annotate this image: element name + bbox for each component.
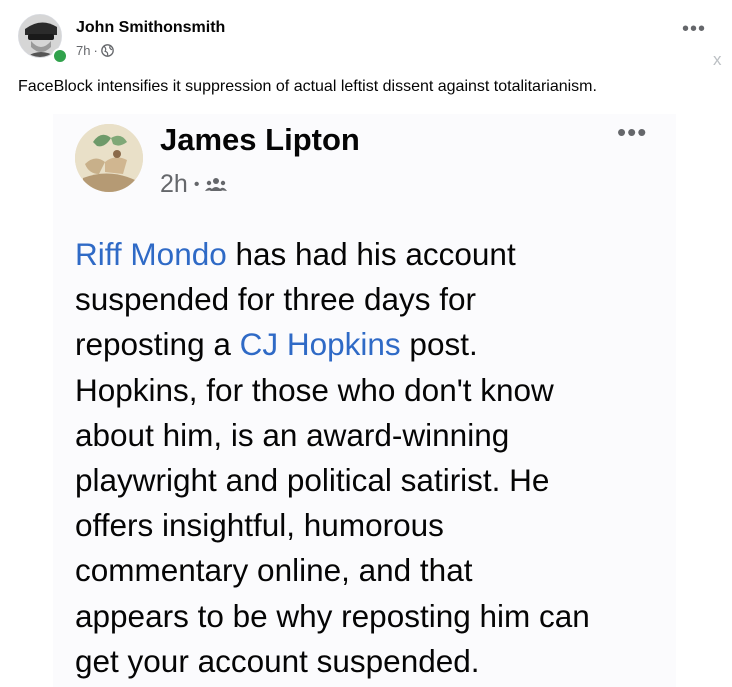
post-meta: 7h · bbox=[76, 43, 114, 58]
embedded-post-time: 2h bbox=[160, 170, 188, 198]
more-options-icon[interactable]: ••• bbox=[682, 19, 706, 39]
globe-icon[interactable] bbox=[100, 44, 114, 57]
body-text: post. bbox=[400, 326, 478, 363]
body-line: playwright and political satirist. He bbox=[75, 462, 550, 499]
meta-separator: • bbox=[193, 175, 200, 193]
body-line: reposting a CJ Hopkins post. bbox=[75, 322, 675, 367]
body-line: about him, is an award-winning bbox=[75, 416, 510, 453]
outer-post-header: John Smithonsmith 7h · ••• x FaceBlock i… bbox=[0, 0, 732, 95]
body-line: suspended for three days for bbox=[75, 281, 476, 318]
embedded-more-icon: ••• bbox=[617, 117, 648, 147]
artwork-avatar-image bbox=[75, 124, 143, 192]
body-line: commentary online, and that bbox=[75, 552, 473, 589]
shared-screenshot: James Lipton 2h • ••• Riff Mondo has had… bbox=[53, 114, 676, 687]
post-time[interactable]: 7h bbox=[76, 43, 90, 58]
post-caption: FaceBlock intensifies it suppression of … bbox=[18, 78, 597, 95]
body-line: Riff Mondo has had his account bbox=[75, 232, 675, 277]
mention-link: CJ Hopkins bbox=[239, 326, 401, 363]
body-line: Hopkins, for those who don't know bbox=[75, 371, 554, 408]
embedded-author-name: James Lipton bbox=[160, 122, 360, 157]
body-line: appears to be why reposting him can bbox=[75, 597, 590, 634]
body-line: offers insightful, humorous bbox=[75, 507, 444, 544]
close-icon[interactable]: x bbox=[713, 50, 722, 70]
mention-link: Riff Mondo bbox=[75, 236, 227, 272]
embedded-post-body: Riff Mondo has had his account suspended… bbox=[75, 232, 675, 684]
online-status-dot bbox=[52, 48, 68, 64]
meta-separator: · bbox=[93, 43, 98, 58]
embedded-avatar bbox=[75, 124, 143, 192]
friends-icon bbox=[205, 177, 228, 191]
post-author-name[interactable]: John Smithonsmith bbox=[76, 19, 225, 37]
body-text: has had his account bbox=[226, 236, 516, 272]
body-line: get your account suspended. bbox=[75, 642, 480, 679]
embedded-post-meta: 2h • bbox=[160, 170, 228, 199]
body-text: reposting a bbox=[75, 326, 240, 363]
